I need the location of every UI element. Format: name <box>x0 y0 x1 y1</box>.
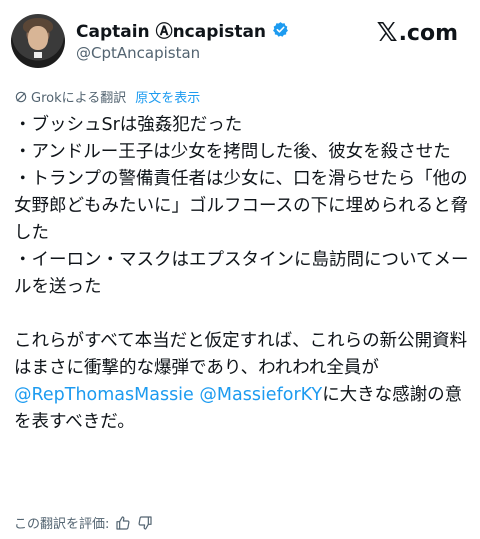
verified-badge-icon <box>273 22 288 37</box>
mention-link-1[interactable]: @RepThomasMassie <box>14 385 194 405</box>
x-logo-icon: 𝕏 <box>376 18 398 48</box>
avatar-collar <box>34 52 42 58</box>
thumbs-down-icon[interactable] <box>137 515 153 531</box>
show-original-link[interactable]: 原文を表示 <box>135 87 200 106</box>
translation-rating: この翻訳を評価: <box>14 513 153 532</box>
translation-provider-label: Grokによる翻訳 <box>31 91 127 106</box>
author-name-row: Captain Ⓐncapistan <box>76 17 289 42</box>
translation-bar: Grokによる翻訳 原文を表示 <box>14 87 200 106</box>
grok-icon <box>15 91 27 102</box>
tweet-para2-start: これらがすべて本当だと仮定すれば、これらの新公開資料はまさに衝撃的な爆弾であり、… <box>14 331 468 378</box>
tweet-line-3: ・トランプの警備責任者は少女に、口を滑らせたら「他の女野郎どもみたいに」ゴルフコ… <box>14 169 469 243</box>
brand-suffix: .com <box>398 20 458 46</box>
tweet-text: ・ブッシュSrは強姦犯だった ・アンドルー王子は少女を拷問した後、彼女を殺させた… <box>14 112 472 436</box>
thumbs-up-icon[interactable] <box>115 515 131 531</box>
avatar-face <box>28 26 48 50</box>
tweet-line-2: ・アンドルー王子は少女を拷問した後、彼女を殺させた <box>14 142 451 162</box>
author-handle[interactable]: @CptAncapistan <box>76 44 200 62</box>
tweet-line-1: ・ブッシュSrは強姦犯だった <box>14 115 243 135</box>
avatar[interactable] <box>11 14 65 68</box>
tweet-line-4: ・イーロン・マスクはエプスタインに島訪問についてメールを送った <box>14 250 469 297</box>
author-display-name[interactable]: Captain Ⓐncapistan <box>76 17 266 42</box>
rating-label: この翻訳を評価: <box>14 517 110 532</box>
mention-link-2[interactable]: @MassieforKY <box>199 385 322 405</box>
brand-logo: 𝕏 .com <box>377 18 458 48</box>
